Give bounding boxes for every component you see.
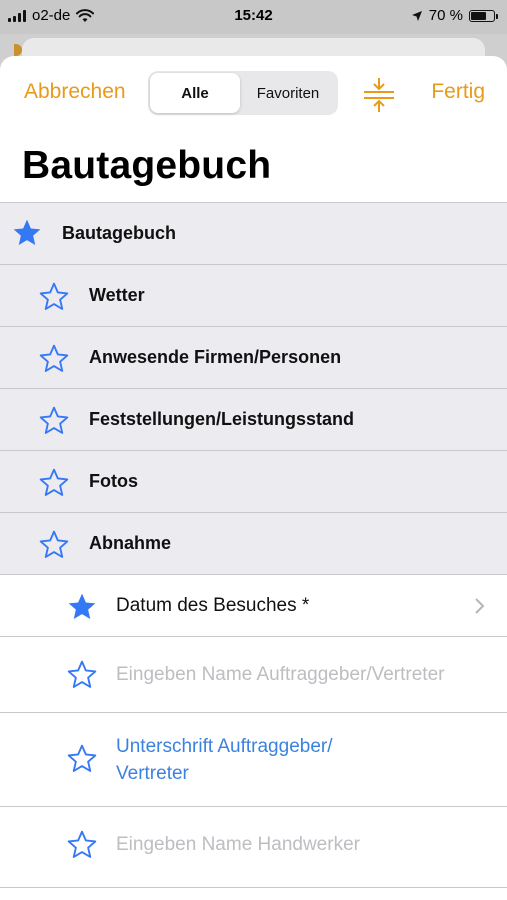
collapse-button[interactable] xyxy=(361,76,397,114)
signature-link[interactable]: Unterschrift Auftraggeber/ Vertreter xyxy=(116,733,333,787)
star-outline-icon[interactable] xyxy=(38,405,70,437)
battery-fill xyxy=(471,11,487,20)
row-label: Feststellungen/Leistungsstand xyxy=(89,409,355,429)
done-button[interactable]: Fertig xyxy=(431,80,485,104)
field-list: Bautagebuch Wetter Anwesende Firmen/Pers… xyxy=(0,202,507,882)
list-row-datum[interactable]: Datum des Besuches * xyxy=(0,574,507,636)
status-right: 70 % xyxy=(411,7,498,24)
star-outline-icon[interactable] xyxy=(38,343,70,375)
filter-segmented-control[interactable]: Alle Favoriten xyxy=(148,71,338,115)
divider xyxy=(0,887,507,888)
signature-link-line2: Vertreter xyxy=(116,762,189,784)
status-bar: o2-de 15:42 70 % xyxy=(0,0,507,34)
segment-favorites[interactable]: Favoriten xyxy=(240,73,336,113)
name-handwerker-input[interactable]: Eingeben Name Handwerker xyxy=(116,834,360,856)
row-label: Bautagebuch xyxy=(62,223,177,243)
star-outline-icon[interactable] xyxy=(38,281,70,313)
star-filled-icon[interactable] xyxy=(11,217,43,249)
star-filled-icon[interactable] xyxy=(66,591,98,623)
signature-link-line1: Unterschrift Auftraggeber/ xyxy=(116,735,333,757)
nav-bar: Abbrechen Alle Favoriten Fertig xyxy=(0,56,507,136)
list-row-name-handwerker[interactable]: Eingeben Name Handwerker xyxy=(0,806,507,882)
star-outline-icon[interactable] xyxy=(66,829,98,861)
star-outline-icon[interactable] xyxy=(66,659,98,691)
location-arrow-icon xyxy=(411,10,422,21)
modal-sheet: Abbrechen Alle Favoriten Fertig Bautageb… xyxy=(0,56,507,900)
background-card-accent xyxy=(14,44,22,56)
battery-icon xyxy=(469,9,498,22)
list-row-bautagebuch[interactable]: Bautagebuch xyxy=(0,202,507,264)
list-row-abnahme[interactable]: Abnahme xyxy=(0,512,507,574)
list-row-anwesende[interactable]: Anwesende Firmen/Personen xyxy=(0,326,507,388)
list-row-unterschrift[interactable]: Unterschrift Auftraggeber/ Vertreter xyxy=(0,712,507,806)
list-row-wetter[interactable]: Wetter xyxy=(0,264,507,326)
list-row-name-auftraggeber[interactable]: Eingeben Name Auftraggeber/Vertreter xyxy=(0,636,507,712)
chevron-right-icon xyxy=(475,598,485,614)
list-row-fotos[interactable]: Fotos xyxy=(0,450,507,512)
row-label: Datum des Besuches * xyxy=(116,594,310,616)
list-row-feststellungen[interactable]: Feststellungen/Leistungsstand xyxy=(0,388,507,450)
name-auftraggeber-input[interactable]: Eingeben Name Auftraggeber/Vertreter xyxy=(116,664,444,686)
star-outline-icon[interactable] xyxy=(38,529,70,561)
row-label: Anwesende Firmen/Personen xyxy=(89,347,342,367)
row-label: Abnahme xyxy=(89,533,172,553)
row-label: Fotos xyxy=(89,471,138,491)
battery-percent: 70 % xyxy=(428,7,463,24)
row-label: Wetter xyxy=(89,285,145,305)
collapse-arrows-icon xyxy=(364,78,394,112)
star-outline-icon[interactable] xyxy=(38,467,70,499)
cancel-button[interactable]: Abbrechen xyxy=(24,80,126,104)
segment-all[interactable]: Alle xyxy=(150,73,240,113)
star-outline-icon[interactable] xyxy=(66,743,98,775)
page-title: Bautagebuch xyxy=(22,144,272,187)
